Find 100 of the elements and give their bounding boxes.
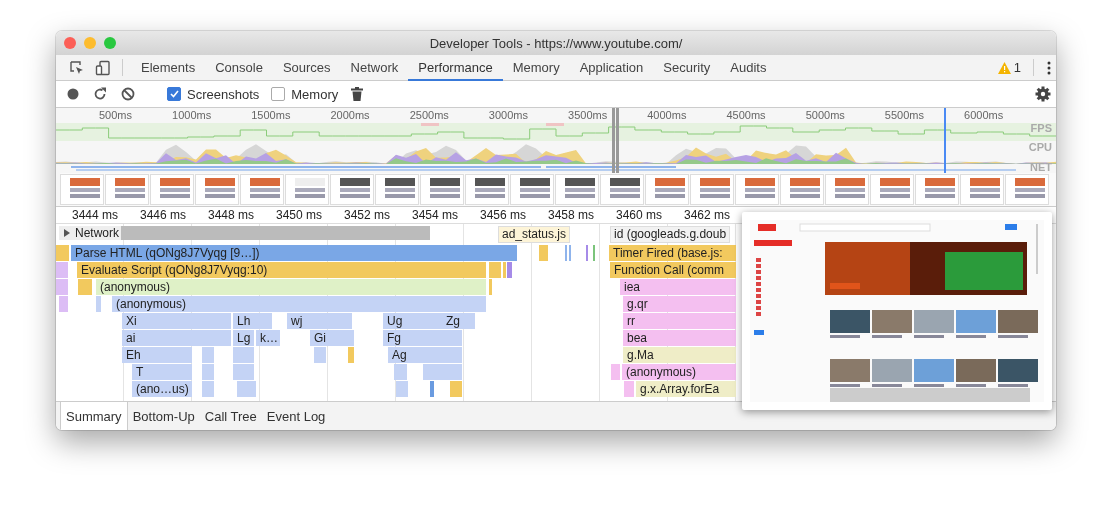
flame-bar[interactable] bbox=[396, 381, 408, 397]
flame-bar[interactable]: g.x.Array.forEa bbox=[636, 381, 736, 397]
checkbox[interactable] bbox=[271, 87, 286, 101]
details-tab[interactable]: Bottom-Up bbox=[127, 402, 200, 430]
panel-tab[interactable]: Console bbox=[205, 55, 273, 81]
flame-bar[interactable] bbox=[56, 279, 68, 295]
panel-tab[interactable]: Performance bbox=[408, 55, 503, 81]
flame-bar[interactable] bbox=[59, 296, 68, 312]
flame-bar[interactable] bbox=[96, 296, 101, 312]
network-request[interactable]: ad_status.js bbox=[498, 226, 571, 243]
flame-bar[interactable] bbox=[348, 347, 354, 363]
time-tick-label: 3446 ms bbox=[139, 208, 187, 222]
track-label: CPU bbox=[1028, 141, 1052, 153]
flame-bar[interactable]: Timer Fired (base.js: bbox=[609, 245, 736, 261]
overview-tick-label: 1000ms bbox=[172, 109, 213, 121]
flame-bar[interactable] bbox=[489, 279, 492, 295]
triangle-icon bbox=[63, 229, 71, 237]
flame-bar[interactable]: (anonymous) bbox=[96, 279, 486, 295]
panel-tab[interactable]: Audits bbox=[720, 55, 777, 81]
details-tab[interactable]: Event Log bbox=[261, 402, 331, 430]
time-tick-label: 3448 ms bbox=[207, 208, 255, 222]
flame-bar[interactable] bbox=[450, 381, 462, 397]
flame-bar[interactable] bbox=[202, 381, 214, 397]
flame-bar[interactable]: T bbox=[132, 364, 192, 380]
overview-tick-label: 3000ms bbox=[488, 109, 529, 121]
flame-bar[interactable] bbox=[611, 364, 620, 380]
checkbox[interactable] bbox=[167, 87, 181, 101]
panel-tab[interactable]: Application bbox=[569, 55, 654, 81]
long-task-marker bbox=[546, 123, 564, 126]
flame-bar[interactable]: rr bbox=[623, 313, 736, 329]
panel-tab[interactable]: Network bbox=[340, 55, 409, 81]
flame-bar[interactable]: Lh bbox=[233, 313, 272, 329]
overview-tick-label: 2500ms bbox=[409, 109, 450, 121]
time-tick-label: 3458 ms bbox=[547, 208, 595, 222]
flame-bar[interactable]: Parse HTML (qONg8J7Vyqg [9…]) bbox=[71, 245, 517, 261]
overview-tick-label: 3500ms bbox=[568, 109, 609, 121]
track-label: FPS bbox=[1030, 122, 1052, 134]
flame-bar[interactable] bbox=[214, 330, 231, 346]
flame-bar[interactable]: k… bbox=[256, 330, 280, 346]
flame-bar[interactable] bbox=[202, 364, 214, 380]
minimize-button[interactable] bbox=[84, 37, 96, 49]
close-button[interactable] bbox=[64, 37, 76, 49]
checkbox-label: Screenshots bbox=[187, 86, 260, 102]
flame-bar[interactable]: iea bbox=[620, 279, 736, 295]
flame-bar[interactable] bbox=[202, 347, 214, 363]
flame-bar[interactable] bbox=[503, 262, 506, 278]
flame-bar[interactable]: (anonymous) bbox=[622, 364, 736, 380]
flame-bar[interactable] bbox=[56, 262, 68, 278]
flame-bar[interactable]: (ano…us) bbox=[132, 381, 192, 397]
flame-bar[interactable]: Function Call (comm bbox=[610, 262, 736, 278]
flame-bar[interactable] bbox=[233, 364, 254, 380]
toolbar-checkbox[interactable]: Screenshots bbox=[163, 86, 264, 102]
flame-bar[interactable] bbox=[430, 381, 434, 397]
panel-tab[interactable]: Elements bbox=[131, 55, 206, 81]
zoom-button[interactable] bbox=[104, 37, 116, 49]
flame-bar[interactable] bbox=[394, 364, 407, 380]
checkbox-label: Memory bbox=[291, 86, 339, 102]
flame-bar[interactable]: (anonymous) bbox=[112, 296, 486, 312]
flame-bar[interactable]: Evaluate Script (qONg8J7Vyqg:10) bbox=[77, 262, 486, 278]
details-tab[interactable]: Call Tree bbox=[199, 402, 262, 430]
panel-tab[interactable]: Sources bbox=[272, 55, 341, 81]
time-tick-label: 3462 ms bbox=[683, 208, 731, 222]
flame-bar[interactable]: ai bbox=[122, 330, 214, 346]
flame-bar[interactable]: Lg bbox=[233, 330, 254, 346]
toolbar-checkbox[interactable]: Memory bbox=[267, 86, 343, 102]
flame-bar[interactable] bbox=[233, 347, 254, 363]
panel-tab[interactable]: Memory bbox=[502, 55, 570, 81]
network-request[interactable]: id (googleads.g.doub bbox=[610, 226, 731, 243]
flame-bar[interactable] bbox=[314, 347, 326, 363]
flame-bar[interactable] bbox=[489, 262, 501, 278]
flame-bar[interactable]: Xi bbox=[122, 313, 231, 329]
flame-bar[interactable]: Zg bbox=[442, 313, 475, 329]
flame-bar[interactable]: Eh bbox=[122, 347, 192, 363]
time-tick-label: 3460 ms bbox=[615, 208, 663, 222]
flame-bar[interactable]: Ug bbox=[383, 313, 442, 329]
window-title: Developer Tools - https://www.youtube.com/ bbox=[429, 35, 683, 51]
long-task-marker bbox=[421, 123, 439, 126]
panel-tab[interactable]: Security bbox=[653, 55, 721, 81]
network-track-toggle[interactable]: Network bbox=[59, 226, 123, 240]
flame-bar[interactable] bbox=[423, 364, 462, 380]
flame-bar[interactable]: Gi bbox=[310, 330, 338, 346]
flame-bar[interactable] bbox=[237, 381, 256, 397]
flame-bar[interactable] bbox=[338, 330, 354, 346]
selection-handle[interactable] bbox=[612, 108, 619, 173]
warning-count[interactable]: 1 bbox=[991, 55, 1027, 80]
flame-bar[interactable] bbox=[56, 245, 69, 261]
flame-bar[interactable]: g.qr bbox=[623, 296, 736, 312]
flame-bar[interactable]: Fg bbox=[383, 330, 462, 346]
flame-bar[interactable] bbox=[78, 279, 92, 295]
overview-tick-label: 5000ms bbox=[805, 109, 846, 121]
flame-bar[interactable] bbox=[507, 262, 512, 278]
details-tab[interactable]: Summary bbox=[60, 402, 128, 430]
flame-bar[interactable]: Ag bbox=[388, 347, 462, 363]
flame-bar[interactable]: g.Ma bbox=[623, 347, 736, 363]
flame-bar[interactable] bbox=[539, 245, 548, 261]
flame-bar[interactable]: bea bbox=[623, 330, 736, 346]
flame-bar[interactable]: wj bbox=[287, 313, 352, 329]
overview-tick-label: 1500ms bbox=[251, 109, 292, 121]
overview-tick-label: 5500ms bbox=[884, 109, 925, 121]
flame-bar[interactable] bbox=[624, 381, 634, 397]
